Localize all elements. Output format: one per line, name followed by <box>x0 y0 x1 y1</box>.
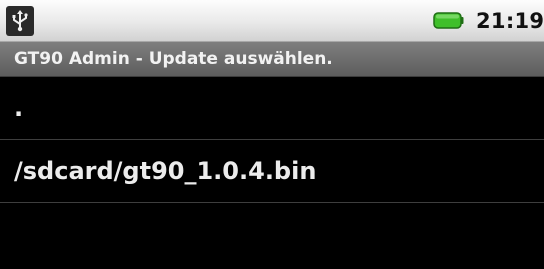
status-bar: 21:19 <box>0 0 544 42</box>
file-list: . /sdcard/gt90_1.0.4.bin <box>0 77 544 203</box>
list-item-current-dir[interactable]: . <box>0 77 544 140</box>
list-item-firmware-file[interactable]: /sdcard/gt90_1.0.4.bin <box>0 140 544 203</box>
usb-icon <box>6 6 34 36</box>
list-item-label: . <box>14 94 24 122</box>
list-item-label: /sdcard/gt90_1.0.4.bin <box>14 157 317 185</box>
clock: 21:19 <box>476 9 544 33</box>
battery-icon <box>433 12 464 29</box>
page-title: GT90 Admin - Update auswählen. <box>14 49 333 69</box>
title-bar: GT90 Admin - Update auswählen. <box>0 42 544 77</box>
